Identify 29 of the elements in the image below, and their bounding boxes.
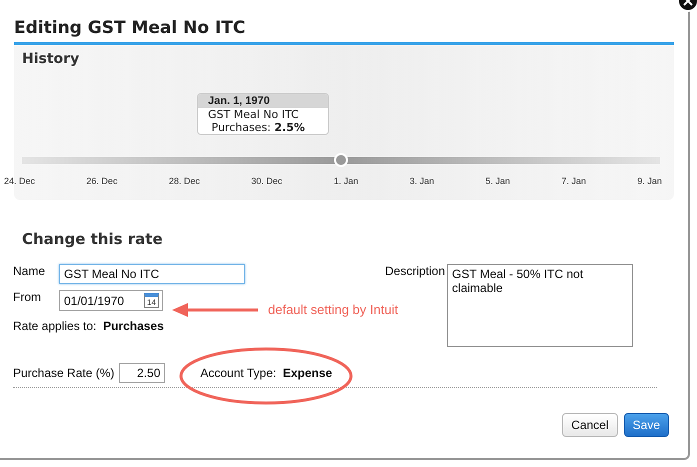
field-label: Name (13, 264, 46, 278)
axis-label: 26. Dec (86, 176, 118, 186)
applies-text: Rate applies to: Purchases (13, 319, 164, 333)
calendar-icon[interactable]: 14 (144, 293, 159, 308)
axis-label: 9. Jan (637, 176, 662, 186)
field-label: From (13, 290, 42, 304)
axis-label: 30. Dec (251, 176, 282, 186)
tooltip-date: Jan. 1, 1970 (198, 94, 328, 108)
axis-label: 28. Dec (168, 176, 200, 186)
axis-label: 7. Jan (561, 176, 586, 186)
section-heading: Change this rate (22, 230, 163, 248)
slider-thumb[interactable] (334, 153, 348, 167)
cancel-button[interactable]: Cancel (562, 413, 618, 437)
axis-label: 5. Jan (486, 176, 510, 186)
axis-label: 3. Jan (410, 176, 434, 186)
field-label: Description (385, 264, 446, 278)
name-field[interactable]: GST Meal No ITC (59, 264, 245, 284)
annotation-text: default setting by Intuit (268, 302, 398, 317)
history-heading: History (22, 51, 80, 67)
account-type-text: Account Type: Expense (200, 366, 332, 380)
date-field[interactable]: 01/01/1970 14 (59, 290, 163, 311)
axis-label: 24. Dec (4, 176, 36, 186)
tooltip-rate: Purchases: 2.5% (210, 121, 306, 134)
rate-field[interactable]: 2.50 (119, 363, 166, 383)
tooltip-name: GST Meal No ITC (207, 108, 300, 121)
description-field[interactable]: GST Meal - 50% ITC not claimable (447, 264, 634, 347)
axis-label: 1. Jan (334, 176, 358, 186)
save-button[interactable]: Save (624, 413, 669, 437)
field-label: Purchase Rate (%) (13, 366, 114, 380)
